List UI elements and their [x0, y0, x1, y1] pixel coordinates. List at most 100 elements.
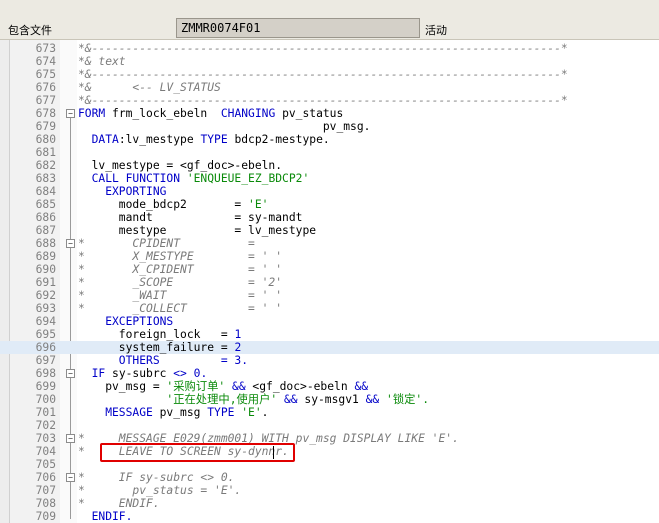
code-line[interactable]: 706 − * IF sy-subrc <> 0.	[0, 471, 659, 484]
code-token: mode_bdcp2 =	[78, 198, 249, 211]
code-token: EXCEPTIONS	[78, 315, 174, 328]
code-line[interactable]: 700 '正在处理中,使用户' && sy-msgv1 && '锁定'.	[0, 393, 659, 406]
code-token: TYPE	[200, 133, 235, 146]
code-token: 2	[234, 341, 242, 354]
code-line[interactable]: 701 MESSAGE pv_msg TYPE 'E'.	[0, 406, 659, 419]
line-number: 700	[35, 393, 56, 406]
code-text: OTHERS = 3.	[78, 354, 248, 367]
code-token: FORM	[78, 107, 113, 120]
code-line[interactable]: 690 * X_CPIDENT = ' '	[0, 263, 659, 276]
code-line[interactable]: 695 foreign_lock = 1	[0, 328, 659, 341]
code-line[interactable]: 683 CALL FUNCTION 'ENQUEUE_EZ_BDCP2'	[0, 172, 659, 185]
code-token: CALL FUNCTION	[78, 172, 187, 185]
code-line[interactable]: 674 *& text	[0, 55, 659, 68]
line-number: 673	[35, 42, 56, 55]
code-token: '采购订单'	[166, 380, 233, 393]
code-token: frm_lock_ebeln	[112, 107, 221, 120]
line-number: 674	[35, 55, 56, 68]
code-line[interactable]: 687 mestype = lv_mestype	[0, 224, 659, 237]
code-token: *& <-- LV_STATUS	[78, 81, 221, 94]
code-text: CALL FUNCTION 'ENQUEUE_EZ_BDCP2'	[78, 172, 310, 185]
code-line[interactable]: 677 *&-----------------------------------…	[0, 94, 659, 107]
code-line[interactable]: 685 mode_bdcp2 = 'E'	[0, 198, 659, 211]
line-number: 695	[35, 328, 56, 341]
code-text: * _COLLECT = ' '	[78, 302, 282, 315]
code-text: EXPORTING	[78, 185, 166, 198]
code-text: * _SCOPE = '2'	[78, 276, 282, 289]
code-token: * _WAIT = ' '	[78, 289, 283, 302]
program-name-field[interactable]: ZMMR0074F01	[176, 18, 420, 38]
code-line[interactable]: 680 DATA:lv_mestype TYPE bdcp2-mestype.	[0, 133, 659, 146]
code-text: DATA:lv_mestype TYPE bdcp2-mestype.	[78, 133, 330, 146]
code-line[interactable]: 678 − FORM frm_lock_ebeln CHANGING pv_stat…	[0, 107, 659, 120]
code-token: *& text	[78, 55, 126, 68]
code-text: * pv_status = 'E'.	[78, 484, 241, 497]
code-token: CHANGING	[220, 107, 283, 120]
line-number: 702	[35, 419, 56, 432]
code-line[interactable]: 694 EXCEPTIONS	[0, 315, 659, 328]
code-line[interactable]: 707 * pv_status = 'E'.	[0, 484, 659, 497]
code-token: &&	[232, 380, 253, 393]
code-line[interactable]: 709 ENDIF.	[0, 510, 659, 523]
code-text: '正在处理中,使用户' && sy-msgv1 && '锁定'.	[78, 393, 429, 406]
code-line[interactable]: 686 mandt = sy-mandt	[0, 211, 659, 224]
code-token: .	[261, 406, 269, 419]
code-line[interactable]: 705	[0, 458, 659, 471]
code-line[interactable]: 696 system_failure = 2	[0, 341, 659, 354]
code-text: * ENDIF.	[78, 497, 160, 510]
code-line[interactable]: 703− * MESSAGE E029(zmm001) WITH pv_msg D…	[0, 432, 659, 445]
code-line[interactable]: 688 − * CPIDENT =	[0, 237, 659, 250]
code-line[interactable]: 673 *&-----------------------------------…	[0, 42, 659, 55]
code-token: TYPE	[207, 406, 242, 419]
code-line[interactable]: 692 * _WAIT = ' '	[0, 289, 659, 302]
code-token: '锁定'.	[386, 393, 430, 406]
line-number: 679	[35, 120, 56, 133]
highlight-box	[100, 443, 295, 462]
fold-toggle-icon[interactable]: −	[66, 434, 75, 443]
include-label: 包含文件	[8, 24, 52, 37]
code-line[interactable]: 684 EXPORTING	[0, 185, 659, 198]
code-line[interactable]: 708 * ENDIF.	[0, 497, 659, 510]
fold-toggle-icon[interactable]: −	[66, 369, 75, 378]
line-number: 708	[35, 497, 56, 510]
code-line[interactable]: 699 pv_msg = '采购订单' && <gf_doc>-ebeln &&	[0, 380, 659, 393]
code-line[interactable]: 682 lv_mestype = <gf_doc>-ebeln.	[0, 159, 659, 172]
fold-toggle-icon[interactable]: −	[66, 239, 75, 248]
line-number: 681	[35, 146, 56, 159]
code-line[interactable]: 693 * _COLLECT = ' '	[0, 302, 659, 315]
fold-toggle-icon[interactable]: −	[66, 109, 75, 118]
text-cursor	[273, 446, 274, 459]
code-line[interactable]: 679 pv_msg.	[0, 120, 659, 133]
line-number: 680	[35, 133, 56, 146]
code-token: 'E'	[248, 198, 269, 211]
code-token: *&--------------------------------------…	[78, 42, 568, 55]
line-number: 685	[35, 198, 56, 211]
editor-toolbar: 包含文件 ZMMR0074F01 活动	[0, 0, 659, 40]
line-number: 701	[35, 406, 56, 419]
code-editor[interactable]: 673 *&-----------------------------------…	[0, 40, 659, 523]
code-line[interactable]: 675 *&-----------------------------------…	[0, 68, 659, 81]
code-token: OTHERS = 3.	[78, 354, 249, 367]
line-number: 696	[35, 341, 56, 354]
line-number: 678	[35, 107, 56, 120]
code-line[interactable]: 691 * _SCOPE = '2'	[0, 276, 659, 289]
code-token: *&--------------------------------------…	[78, 68, 568, 81]
code-text: *&--------------------------------------…	[78, 68, 568, 81]
code-line[interactable]: 676 *& <-- LV_STATUS	[0, 81, 659, 94]
code-line[interactable]: 681	[0, 146, 659, 159]
code-text: *& <-- LV_STATUS	[78, 81, 221, 94]
code-line[interactable]: 697 OTHERS = 3.	[0, 354, 659, 367]
fold-toggle-icon[interactable]: −	[66, 473, 75, 482]
code-line[interactable]: 704 * LEAVE TO SCREEN sy-dynnr.	[0, 445, 659, 458]
code-token: MESSAGE	[78, 406, 160, 419]
code-line[interactable]: 702	[0, 419, 659, 432]
line-number: 705	[35, 458, 56, 471]
code-token: pv_msg =	[78, 380, 167, 393]
code-token: mandt = sy-mandt	[78, 211, 303, 224]
code-token: bdcp2-mestype.	[234, 133, 330, 146]
line-number: 698	[35, 367, 56, 380]
line-number: 706	[35, 471, 56, 484]
line-number: 697	[35, 354, 56, 367]
code-line[interactable]: 698 − IF sy-subrc <> 0.	[0, 367, 659, 380]
code-line[interactable]: 689 * X_MESTYPE = ' '	[0, 250, 659, 263]
